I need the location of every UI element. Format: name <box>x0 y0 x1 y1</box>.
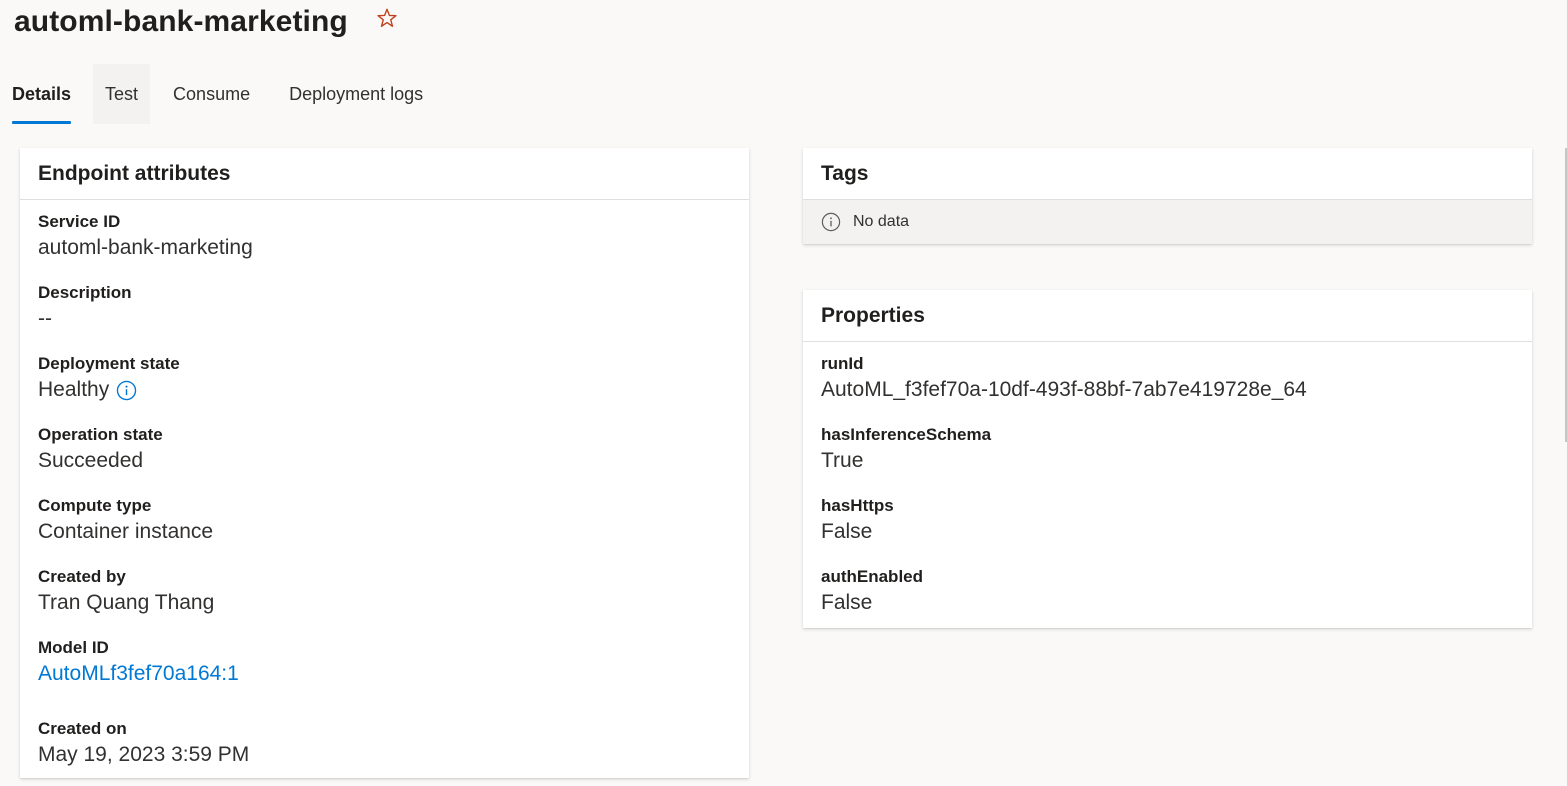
created-by-field: Created by Tran Quang Thang <box>20 566 749 618</box>
property-label: authEnabled <box>821 567 924 586</box>
field-label: Description <box>38 283 132 302</box>
field-value: May 19, 2023 3:59 PM <box>38 743 250 766</box>
model-id-link[interactable]: AutoMLf3fef70a164:1 <box>38 659 239 689</box>
field-label: Service ID <box>38 212 121 231</box>
field-value: automl-bank-marketing <box>38 236 253 259</box>
card-title: Properties <box>803 290 1532 342</box>
property-label: hasInferenceSchema <box>821 425 992 444</box>
deployment-state-field: Deployment state Healthy <box>20 353 749 405</box>
deployment-state-value: Healthy <box>38 378 110 401</box>
info-icon <box>821 212 841 232</box>
field-label: Operation state <box>38 425 163 444</box>
tab-test[interactable]: Test <box>93 64 151 124</box>
tab-label: Consume <box>173 83 251 104</box>
field-label: Compute type <box>38 496 152 515</box>
star-outline-icon <box>377 8 397 27</box>
property-value: AutoML_f3fef70a-10df-493f-88bf-7ab7e4197… <box>821 378 1307 401</box>
tab-details[interactable]: Details <box>0 64 83 124</box>
model-id-field: Model ID AutoMLf3fef70a164:1 <box>20 637 749 689</box>
property-value: False <box>821 520 873 543</box>
field-label: Created by <box>38 567 126 586</box>
card-title: Endpoint attributes <box>20 148 749 200</box>
property-value: False <box>821 591 873 614</box>
property-item: hasHttps False <box>803 495 1532 547</box>
field-label: Created on <box>38 719 127 738</box>
created-on-field: Created on May 19, 2023 3:59 PM <box>20 718 749 770</box>
field-value: AutoMLf3fef70a164:1 <box>38 659 731 689</box>
tab-consume[interactable]: Consume <box>161 64 262 124</box>
property-item: hasInferenceSchema True <box>803 424 1532 476</box>
tab-deployment-logs[interactable]: Deployment logs <box>277 64 435 124</box>
properties-card: Properties runId AutoML_f3fef70a-10df-49… <box>803 290 1532 628</box>
no-data-text: No data <box>853 213 910 230</box>
property-label: hasHttps <box>821 496 894 515</box>
tab-bar: Details Test Consume Deployment logs <box>0 64 435 124</box>
field-value: Succeeded <box>38 449 144 472</box>
field-value: -- <box>38 307 52 330</box>
tags-card: Tags No data <box>803 148 1532 244</box>
field-label: Deployment state <box>38 354 180 373</box>
property-value: True <box>821 449 864 472</box>
field-value: Tran Quang Thang <box>38 591 215 614</box>
field-label: Model ID <box>38 638 109 657</box>
page-title: automl-bank-marketing <box>14 5 348 38</box>
service-id-field: Service ID automl-bank-marketing <box>20 211 749 263</box>
property-item: runId AutoML_f3fef70a-10df-493f-88bf-7ab… <box>803 353 1532 405</box>
favorite-button[interactable] <box>374 5 400 31</box>
no-data-message: No data <box>803 200 1532 244</box>
property-label: runId <box>821 354 864 373</box>
tab-label: Deployment logs <box>289 83 424 104</box>
operation-state-field: Operation state Succeeded <box>20 424 749 476</box>
card-title: Tags <box>803 148 1532 200</box>
compute-type-field: Compute type Container instance <box>20 495 749 547</box>
tab-label: Details <box>12 83 72 104</box>
tab-label: Test <box>105 83 139 104</box>
field-value: Healthy <box>38 375 731 405</box>
description-field: Description -- <box>20 282 749 334</box>
endpoint-attributes-card: Endpoint attributes Service ID automl-ba… <box>20 148 749 778</box>
info-icon <box>116 380 136 400</box>
deployment-state-info-button[interactable] <box>115 379 137 401</box>
property-item: authEnabled False <box>803 566 1532 618</box>
page-header: automl-bank-marketing <box>14 0 400 44</box>
field-value: Container instance <box>38 520 214 543</box>
